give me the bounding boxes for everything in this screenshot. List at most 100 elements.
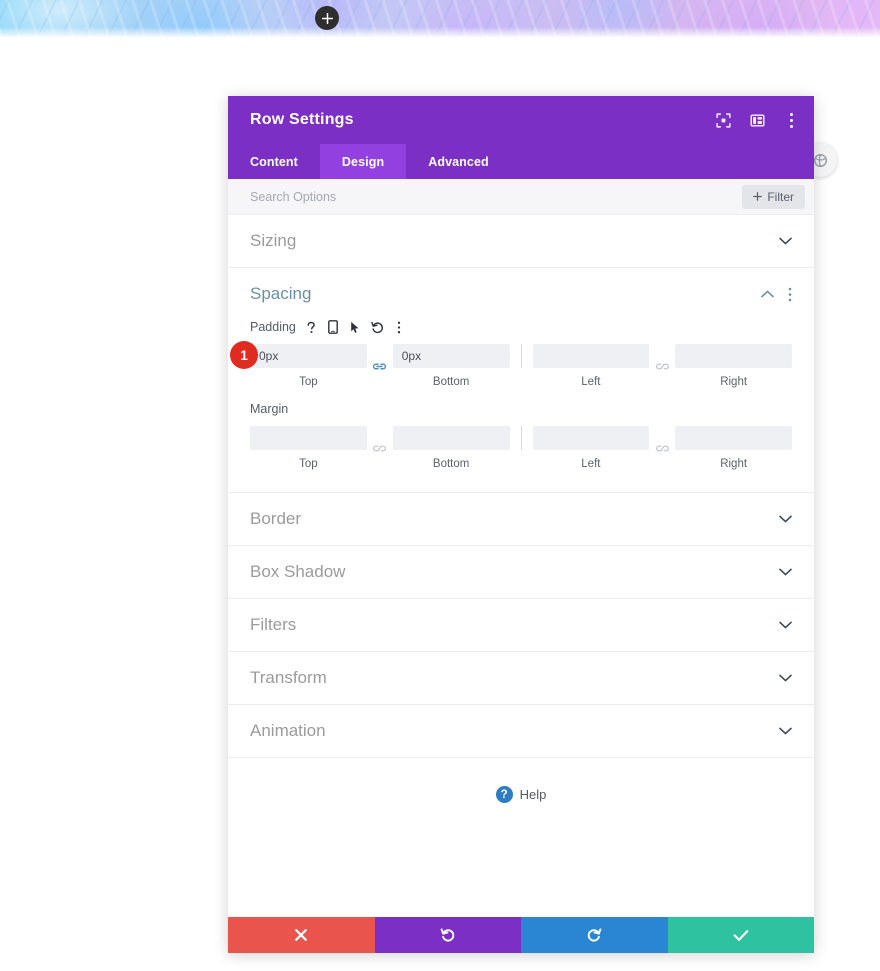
margin-top-cell: Top — [250, 426, 367, 470]
section-header-filters[interactable]: Filters — [228, 599, 814, 651]
fullscreen-target-icon[interactable] — [714, 111, 732, 129]
margin-top-input[interactable] — [250, 426, 367, 450]
hover-cursor-icon[interactable] — [349, 320, 362, 334]
padding-left-right-link-icon[interactable] — [649, 354, 675, 378]
tab-content[interactable]: Content — [228, 144, 320, 179]
section-title-filters: Filters — [250, 615, 297, 634]
section-box-shadow: Box Shadow — [228, 546, 814, 599]
padding-left-right-pair: Left Right — [532, 344, 792, 388]
section-header-animation[interactable]: Animation — [228, 705, 814, 757]
margin-left-caption: Left — [581, 458, 601, 470]
margin-top-bottom-link-icon[interactable] — [367, 436, 393, 460]
redo-button[interactable] — [521, 917, 668, 953]
padding-fields-grid: 1 Top — [230, 341, 792, 388]
margin-left-cell: Left — [532, 426, 650, 470]
question-circle-icon: ? — [495, 786, 513, 803]
margin-left-right-link-icon[interactable] — [649, 436, 675, 460]
padding-top-input[interactable] — [250, 344, 367, 368]
section-filters: Filters — [228, 599, 814, 652]
filter-button-label: Filter — [767, 189, 794, 204]
padding-bottom-cell: Bottom — [392, 344, 510, 388]
padding-right-caption: Right — [720, 376, 748, 388]
margin-left-right-pair: Left Right — [532, 426, 792, 470]
filter-button[interactable]: Filter — [742, 184, 805, 209]
margin-bottom-cell: Bottom — [392, 426, 510, 470]
padding-top-caption: Top — [299, 376, 318, 388]
padding-left-caption: Left — [581, 376, 601, 388]
section-header-border[interactable]: Border — [228, 493, 814, 545]
padding-label: Padding — [250, 320, 296, 334]
margin-bottom-caption: Bottom — [432, 458, 470, 470]
save-button[interactable] — [667, 917, 814, 953]
responsive-mobile-icon[interactable] — [327, 320, 340, 334]
section-header-box-shadow[interactable]: Box Shadow — [228, 546, 814, 598]
hero-background-image — [0, 0, 880, 37]
search-input[interactable] — [250, 189, 743, 204]
padding-top-bottom-link-icon[interactable] — [367, 354, 393, 378]
section-header-sizing[interactable]: Sizing — [228, 215, 814, 267]
margin-top-caption: Top — [299, 458, 318, 470]
chevron-down-icon — [778, 671, 792, 685]
chevron-down-icon — [778, 234, 792, 248]
margin-left-input[interactable] — [532, 426, 650, 450]
more-vertical-icon[interactable] — [393, 320, 406, 334]
add-section-button[interactable] — [315, 6, 339, 30]
page-title: Row Settings — [250, 111, 354, 128]
help-label: Help — [519, 787, 547, 802]
modal-header: Row Settings — [228, 96, 814, 144]
section-header-spacing[interactable]: Spacing — [228, 268, 814, 320]
padding-right-input[interactable] — [675, 344, 792, 368]
section-title-sizing: Sizing — [250, 231, 297, 250]
plus-icon — [753, 192, 763, 201]
tab-design[interactable]: Design — [319, 144, 407, 179]
help-question-icon[interactable] — [305, 320, 318, 334]
section-options-more-vertical-icon[interactable] — [788, 287, 792, 302]
help-link[interactable]: ? Help — [495, 786, 547, 803]
padding-top-bottom-pair: Top Bottom — [250, 344, 510, 388]
chevron-down-icon — [778, 565, 792, 579]
margin-bottom-input[interactable] — [392, 426, 510, 450]
header-icon-group — [714, 111, 800, 129]
step-badge-1: 1 — [230, 341, 258, 369]
chevron-down-icon — [778, 618, 792, 632]
margin-top-bottom-pair: Top Bottom — [250, 426, 510, 470]
cancel-button[interactable] — [228, 917, 375, 953]
section-header-transform[interactable]: Transform — [228, 652, 814, 704]
chevron-down-icon — [778, 512, 792, 526]
checkmark-icon — [733, 929, 749, 941]
padding-top-cell: Top — [250, 344, 367, 388]
padding-bottom-caption: Bottom — [432, 376, 470, 388]
undo-button[interactable] — [374, 917, 521, 953]
padding-group-divider — [520, 344, 522, 368]
margin-fields-grid: Top Bottom Left Right — [250, 426, 792, 470]
section-title-box-shadow: Box Shadow — [250, 562, 346, 581]
undo-arrow-icon — [440, 928, 454, 942]
chevron-up-icon — [760, 287, 774, 301]
margin-label-row: Margin — [250, 402, 792, 416]
section-transform: Transform — [228, 652, 814, 705]
padding-left-input[interactable] — [532, 344, 650, 368]
tab-advanced[interactable]: Advanced — [406, 144, 511, 179]
padding-label-row: Padding — [250, 320, 792, 334]
close-x-icon — [295, 929, 308, 941]
padding-right-cell: Right — [675, 344, 792, 388]
modal-body: Sizing Spacing Padding 1 0px Top 0px Bot… — [228, 215, 814, 917]
padding-bottom-input[interactable] — [392, 344, 510, 368]
more-vertical-icon[interactable] — [782, 111, 800, 129]
row-settings-modal: Row Settings Content Design Advanced Sea… — [228, 96, 814, 953]
modal-tabs: Content Design Advanced — [228, 144, 814, 179]
section-title-spacing: Spacing — [250, 284, 312, 303]
section-title-animation: Animation — [250, 721, 326, 740]
layout-panel-icon[interactable] — [748, 111, 766, 129]
search-toolbar: Filter — [228, 179, 814, 215]
margin-right-input[interactable] — [675, 426, 792, 450]
section-border: Border — [228, 493, 814, 546]
section-animation: Animation — [228, 705, 814, 758]
margin-group-divider — [520, 426, 522, 450]
chevron-down-icon — [778, 724, 792, 738]
margin-label: Margin — [250, 402, 289, 416]
section-spacing: Spacing Padding 1 0px Top 0px Bottom Lef… — [228, 268, 814, 493]
padding-left-cell: Left — [532, 344, 650, 388]
help-area: ? Help — [228, 758, 814, 803]
reset-undo-icon[interactable] — [371, 320, 384, 334]
